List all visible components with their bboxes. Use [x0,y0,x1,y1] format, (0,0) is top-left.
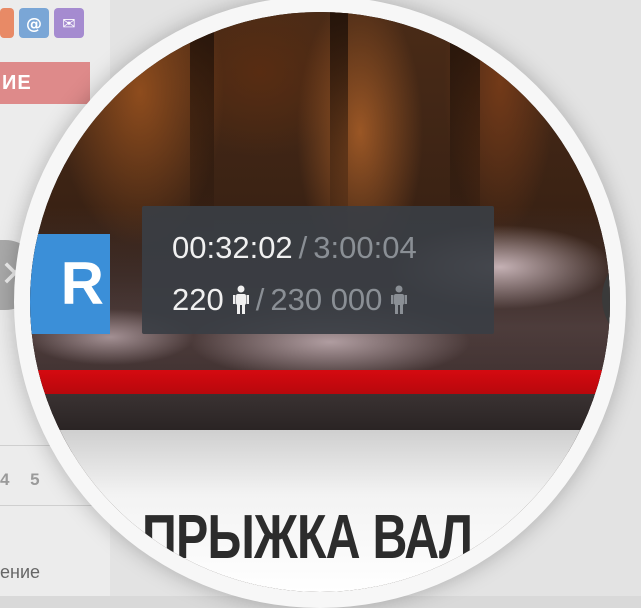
time-row: 00:32:02 / 3:00:04 [172,230,417,266]
total-time: 3:00:04 [313,230,417,265]
stream-stats-panel: 00:32:02 / 3:00:04 220 / 230 000 [142,206,494,334]
current-time: 00:32:02 [172,230,293,265]
time-separator: / [298,230,308,265]
max-viewers: 230 000 [270,282,383,317]
lens-content: R 00:32:02 / 3:00:04 220 / 230 000 ПРЫЖК… [30,12,610,592]
current-viewers: 220 [172,282,224,317]
viewers-separator: / [255,282,265,317]
person-icon [391,285,408,314]
social-icon[interactable] [0,8,14,38]
magnifier-lens: R 00:32:02 / 3:00:04 220 / 230 000 ПРЫЖК… [14,0,626,608]
person-icon [232,285,249,314]
viewers-row: 220 / 230 000 [172,282,408,318]
player-bottom-band [30,394,610,430]
article-headline: ПРЫЖКА ВАЛ [142,503,473,572]
progress-bar[interactable] [30,370,610,394]
channel-logo[interactable]: R [30,234,110,334]
